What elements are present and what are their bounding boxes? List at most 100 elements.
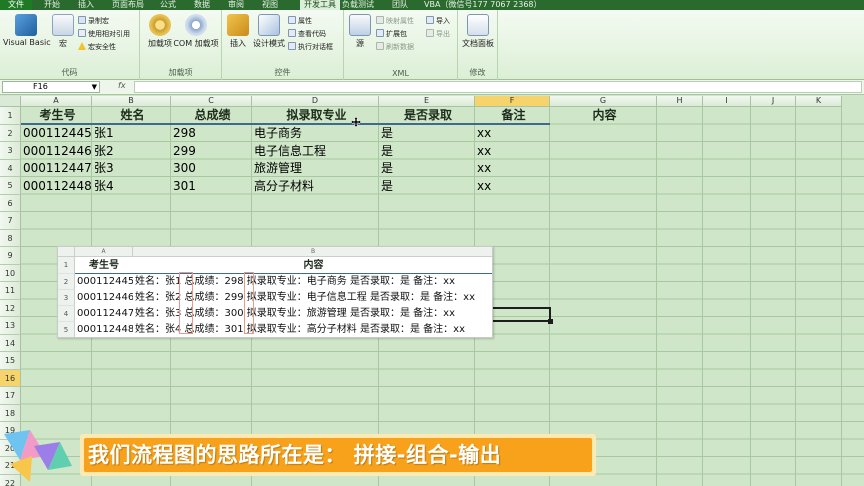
cell-score[interactable]: 300 xyxy=(171,160,252,177)
tab-file[interactable]: 文件 xyxy=(0,0,32,10)
relative-reference-button[interactable]: 使用相对引用 xyxy=(78,29,130,39)
fill-handle[interactable] xyxy=(548,319,553,324)
select-all-corner[interactable] xyxy=(0,96,21,107)
row-header-7[interactable]: 7 xyxy=(0,212,21,230)
cell-note[interactable]: xx xyxy=(475,160,550,177)
row-header-5[interactable]: 5 xyxy=(0,177,21,195)
tab-team[interactable]: 团队 xyxy=(392,0,408,10)
header-cell-id[interactable]: 考生号 xyxy=(21,107,92,124)
row-header-17[interactable]: 17 xyxy=(0,387,21,405)
cell-score[interactable]: 298 xyxy=(171,125,252,142)
design-mode-button[interactable]: 设计模式 xyxy=(252,14,286,49)
row-header-15[interactable]: 15 xyxy=(0,352,21,370)
chevron-down-icon[interactable]: ▼ xyxy=(92,82,97,92)
visual-basic-button[interactable]: Visual Basic xyxy=(3,14,51,47)
macro-security-button[interactable]: 宏安全性 xyxy=(78,42,116,52)
run-dialog-button[interactable]: 执行对话框 xyxy=(288,42,333,52)
header-cell-admit[interactable]: 是否录取 xyxy=(379,107,475,124)
xml-export-button[interactable]: 导出 xyxy=(426,29,450,39)
cell-note[interactable]: xx xyxy=(475,143,550,160)
cell-major[interactable]: 电子信息工程 xyxy=(252,143,379,160)
tab-home[interactable]: 开始 xyxy=(44,0,60,10)
xml-source-button[interactable]: 源 xyxy=(348,14,372,49)
row-header-16[interactable]: 16 xyxy=(0,369,21,387)
row-header-4[interactable]: 4 xyxy=(0,159,21,177)
cell-name[interactable]: 张4 xyxy=(92,178,171,195)
header-cell-content[interactable]: 内容 xyxy=(550,107,657,124)
column-header-i[interactable]: I xyxy=(703,96,751,107)
tab-review[interactable]: 审阅 xyxy=(228,0,244,10)
row-header-6[interactable]: 6 xyxy=(0,194,21,212)
tab-page-layout[interactable]: 页面布局 xyxy=(112,0,144,10)
macro-button[interactable]: 宏 xyxy=(52,14,74,49)
tab-formulas[interactable]: 公式 xyxy=(160,0,176,10)
macro-security-label: 宏安全性 xyxy=(88,43,116,51)
cell-note[interactable]: xx xyxy=(475,178,550,195)
tab-developer[interactable]: 开发工具 xyxy=(300,0,340,10)
cell-admit[interactable]: 是 xyxy=(379,143,475,160)
insert-control-button[interactable]: 插入 xyxy=(226,14,250,49)
insert-function-button[interactable]: fx xyxy=(118,81,126,90)
cell-name[interactable]: 张2 xyxy=(92,143,171,160)
column-header-j[interactable]: J xyxy=(751,96,796,107)
picture-cell-id: 000112446 xyxy=(77,292,133,303)
cell-score[interactable]: 301 xyxy=(171,178,252,195)
cell-name[interactable]: 张3 xyxy=(92,160,171,177)
group-label-xml: XML xyxy=(392,69,409,78)
column-header-b[interactable]: B xyxy=(92,96,171,107)
cell-id[interactable]: 000112447 xyxy=(21,160,92,177)
cell-name[interactable]: 张1 xyxy=(92,125,171,142)
cell-score[interactable]: 299 xyxy=(171,143,252,160)
cell-admit[interactable]: 是 xyxy=(379,125,475,142)
row-header-13[interactable]: 13 xyxy=(0,317,21,335)
record-macro-button[interactable]: 录制宏 xyxy=(78,16,109,26)
cell-major[interactable]: 高分子材料 xyxy=(252,178,379,195)
tab-load-test[interactable]: 负载测试 xyxy=(342,0,374,10)
formula-input[interactable] xyxy=(134,81,862,93)
cell-admit[interactable]: 是 xyxy=(379,160,475,177)
header-cell-note[interactable]: 备注 xyxy=(475,107,550,124)
com-addins-button[interactable]: COM 加载项 xyxy=(172,14,220,49)
cell-major[interactable]: 电子商务 xyxy=(252,125,379,142)
tab-data[interactable]: 数据 xyxy=(194,0,210,10)
cell-id[interactable]: 000112445 xyxy=(21,125,92,142)
row-header-12[interactable]: 12 xyxy=(0,299,21,317)
picture-row-5: 5 xyxy=(58,322,75,337)
cell-id[interactable]: 000112446 xyxy=(21,143,92,160)
column-header-h[interactable]: H xyxy=(657,96,703,107)
column-header-c[interactable]: C xyxy=(171,96,252,107)
xml-import-button[interactable]: 导入 xyxy=(426,16,450,26)
map-properties-button[interactable]: 映射属性 xyxy=(376,16,414,26)
tab-view[interactable]: 视图 xyxy=(262,0,278,10)
cell-note[interactable]: xx xyxy=(475,125,550,142)
refresh-data-button[interactable]: 刷新数据 xyxy=(376,42,414,52)
cell-id[interactable]: 000112448 xyxy=(21,178,92,195)
header-cell-score[interactable]: 总成绩 xyxy=(171,107,252,124)
cell-admit[interactable]: 是 xyxy=(379,178,475,195)
column-header-k[interactable]: K xyxy=(796,96,842,107)
row-header-3[interactable]: 3 xyxy=(0,142,21,160)
tab-insert[interactable]: 插入 xyxy=(78,0,94,10)
row-header-9[interactable]: 9 xyxy=(0,247,21,265)
column-header-a[interactable]: A xyxy=(21,96,92,107)
row-header-11[interactable]: 11 xyxy=(0,282,21,300)
row-header-14[interactable]: 14 xyxy=(0,334,21,352)
document-panel-button[interactable]: 文档面板 xyxy=(460,14,496,49)
view-code-button[interactable]: 查看代码 xyxy=(288,29,326,39)
row-header-8[interactable]: 8 xyxy=(0,229,21,247)
row-header-2[interactable]: 2 xyxy=(0,124,21,142)
column-header-f[interactable]: F xyxy=(475,96,550,107)
header-cell-name[interactable]: 姓名 xyxy=(92,107,171,124)
row-header-10[interactable]: 10 xyxy=(0,264,21,282)
column-header-d[interactable]: D xyxy=(252,96,379,107)
embedded-picture[interactable]: A B 1 2 3 4 5 考生号 内容 000112445 姓名：张1 总成绩：… xyxy=(57,246,493,338)
cell-major[interactable]: 旅游管理 xyxy=(252,160,379,177)
column-header-g[interactable]: G xyxy=(550,96,657,107)
properties-button[interactable]: 属性 xyxy=(288,16,312,26)
name-box[interactable]: F16 ▼ xyxy=(2,81,100,93)
column-header-e[interactable]: E xyxy=(379,96,475,107)
design-mode-label: 设计模式 xyxy=(253,39,285,48)
expansion-packs-button[interactable]: 扩展包 xyxy=(376,29,407,39)
row-header-1[interactable]: 1 xyxy=(0,107,21,125)
tab-vba[interactable]: VBA（微信号177 7067 2368） xyxy=(424,0,542,10)
